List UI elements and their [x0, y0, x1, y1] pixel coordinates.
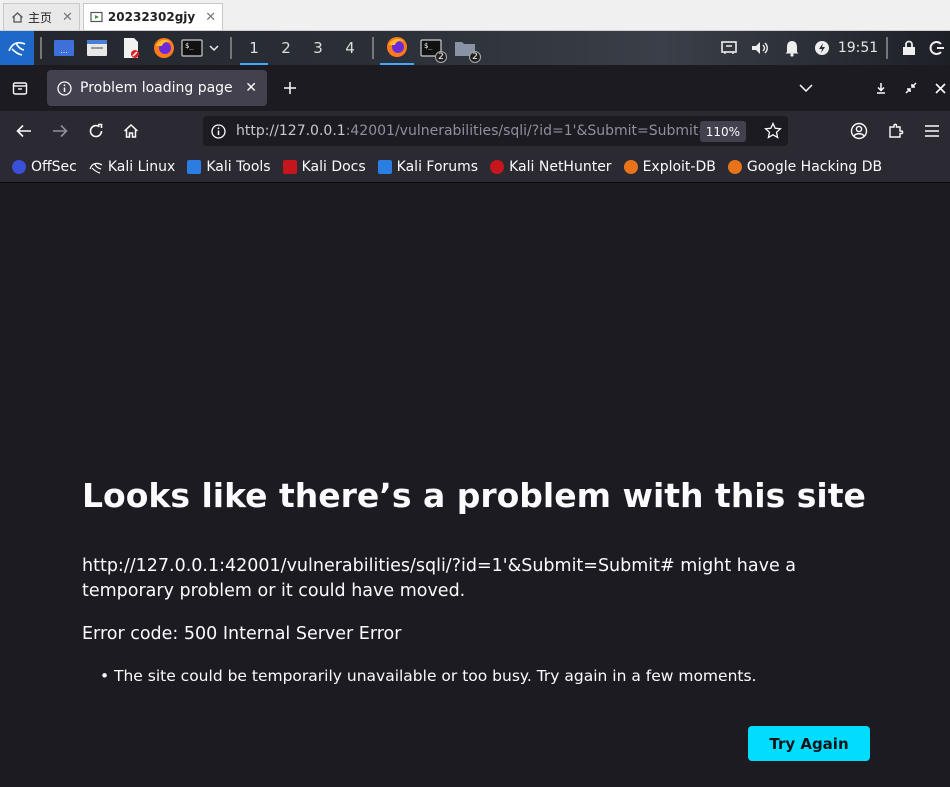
firefox-window-icon[interactable]: [380, 31, 414, 65]
bookmark-label: Kali Docs: [301, 158, 366, 175]
bookmark-label: Kali NetHunter: [509, 158, 612, 175]
reload-icon[interactable]: [81, 116, 111, 146]
kali-menu-icon[interactable]: [0, 31, 34, 65]
exploit-db-icon: [623, 159, 638, 174]
tab-title: Problem loading page: [80, 80, 233, 96]
bookmarks-toolbar: OffSec Kali Linux Kali Tools Kali Docs K…: [0, 151, 950, 183]
back-icon[interactable]: [9, 116, 39, 146]
vm-tab-label: 主页: [28, 10, 53, 25]
minimize-icon[interactable]: [866, 73, 896, 103]
window-count-badge: 2: [435, 51, 447, 63]
error-page: Looks like there’s a problem with this s…: [0, 184, 950, 787]
bookmark-kali-linux[interactable]: Kali Linux: [89, 159, 175, 175]
ghdb-icon: [727, 159, 742, 174]
nav-toolbar: http://127.0.0.1:42001/vulnerabilities/s…: [0, 111, 950, 151]
terminal-window-icon[interactable]: $_ 2: [414, 31, 448, 65]
workspace-4[interactable]: 4: [334, 31, 366, 65]
bookmark-label: Exploit-DB: [642, 158, 716, 175]
suggestion-text: The site could be temporarily unavailabl…: [114, 667, 757, 685]
url-bar[interactable]: http://127.0.0.1:42001/vulnerabilities/s…: [203, 116, 788, 146]
bookmark-exploit-db[interactable]: Exploit-DB: [623, 158, 716, 175]
svg-text:$_: $_: [424, 42, 433, 50]
restore-icon[interactable]: [896, 73, 926, 103]
volume-icon[interactable]: [744, 31, 776, 65]
error-suggestion: • The site could be temporarily unavaila…: [100, 667, 756, 685]
window-count-badge: 2: [469, 51, 481, 63]
forward-icon[interactable]: [45, 116, 75, 146]
panel-separator: [40, 37, 42, 59]
home-icon: [10, 10, 24, 24]
offsec-icon: [12, 159, 26, 174]
window-close-icon[interactable]: [925, 73, 950, 103]
bullet-dot: •: [100, 667, 110, 685]
panel-separator: [372, 37, 374, 59]
close-icon[interactable]: ✕: [62, 10, 73, 25]
show-desktop-icon[interactable]: ...: [48, 31, 80, 65]
vm-tab-label: 20232302gjy: [107, 10, 196, 24]
firefox-view-icon[interactable]: [5, 73, 35, 103]
close-icon[interactable]: ✕: [205, 10, 216, 25]
svg-text:...: ...: [60, 46, 68, 55]
url-host: http://127.0.0.1: [236, 123, 346, 139]
error-title: Looks like there’s a problem with this s…: [82, 476, 866, 515]
info-icon: [57, 80, 72, 96]
kali-forums-icon: [377, 159, 392, 174]
tab-problem-loading[interactable]: Problem loading page ✕: [47, 70, 267, 106]
browser-tab-bar: Problem loading page ✕: [0, 65, 950, 111]
file-manager-icon[interactable]: [80, 31, 114, 65]
menu-icon[interactable]: [917, 116, 947, 146]
workspace-3[interactable]: 3: [302, 31, 334, 65]
error-message: http://127.0.0.1:42001/vulnerabilities/s…: [82, 556, 797, 601]
extensions-icon[interactable]: [881, 116, 911, 146]
try-again-button[interactable]: Try Again: [748, 726, 870, 761]
bookmark-offsec[interactable]: OffSec: [12, 159, 77, 175]
list-all-tabs-icon[interactable]: [791, 73, 821, 103]
bookmark-label: Google Hacking DB: [746, 158, 883, 175]
bookmark-google-hacking-db[interactable]: Google Hacking DB: [727, 158, 883, 175]
close-icon[interactable]: ✕: [245, 80, 257, 96]
bookmark-label: Kali Linux: [107, 158, 176, 175]
bookmark-kali-nethunter[interactable]: Kali NetHunter: [490, 158, 612, 175]
new-tab-icon[interactable]: [275, 73, 305, 103]
network-icon[interactable]: [714, 31, 744, 65]
firefox-icon[interactable]: [148, 31, 180, 65]
home-button-icon[interactable]: [116, 116, 146, 146]
bookmark-label: Kali Tools: [206, 158, 271, 175]
vm-tab-strip: 主页 ✕ 20232302gjy ✕: [0, 0, 950, 31]
url-text[interactable]: http://127.0.0.1:42001/vulnerabilities/s…: [236, 123, 706, 139]
error-code: Error code: 500 Internal Server Error: [82, 624, 402, 644]
panel-separator: [230, 37, 232, 59]
panel-separator: [886, 37, 888, 59]
site-info-icon[interactable]: [211, 123, 226, 139]
zoom-indicator[interactable]: 110%: [699, 121, 746, 142]
workspace-2[interactable]: 2: [270, 31, 302, 65]
workspace-1[interactable]: 1: [238, 31, 270, 65]
bookmark-kali-docs[interactable]: Kali Docs: [282, 158, 366, 175]
kali-nethunter-icon: [490, 159, 505, 174]
kali-dragon-icon: [89, 160, 103, 174]
url-path: :42001/vulnerabilities/sqli/?id=1'&Submi…: [345, 123, 706, 139]
kali-docs-icon: [282, 159, 297, 174]
files-window-icon[interactable]: 2: [448, 31, 482, 65]
bookmark-kali-tools[interactable]: Kali Tools: [187, 158, 271, 175]
svg-text:$_: $_: [185, 42, 194, 50]
bookmark-star-icon[interactable]: [764, 122, 782, 140]
chevron-down-icon[interactable]: [204, 31, 224, 65]
clock[interactable]: 19:51: [836, 31, 880, 65]
vm-tab-home[interactable]: 主页 ✕: [3, 3, 80, 30]
vm-tab-machine[interactable]: 20232302gjy ✕: [82, 3, 224, 30]
text-editor-icon[interactable]: [114, 31, 148, 65]
account-icon[interactable]: [844, 116, 874, 146]
bookmark-label: Kali Forums: [396, 158, 479, 175]
bookmark-kali-forums[interactable]: Kali Forums: [377, 158, 479, 175]
kali-panel: ... $_ 1 2 3 4 $_ 2 2 19:51: [0, 31, 950, 65]
notifications-icon[interactable]: [776, 31, 808, 65]
kali-tools-icon: [187, 159, 202, 174]
power-manager-icon[interactable]: [808, 31, 836, 65]
logout-icon[interactable]: [924, 31, 950, 65]
terminal-icon[interactable]: $_: [180, 31, 204, 65]
lock-icon[interactable]: [894, 31, 924, 65]
vm-icon: [90, 10, 104, 24]
bookmark-label: OffSec: [31, 158, 77, 175]
